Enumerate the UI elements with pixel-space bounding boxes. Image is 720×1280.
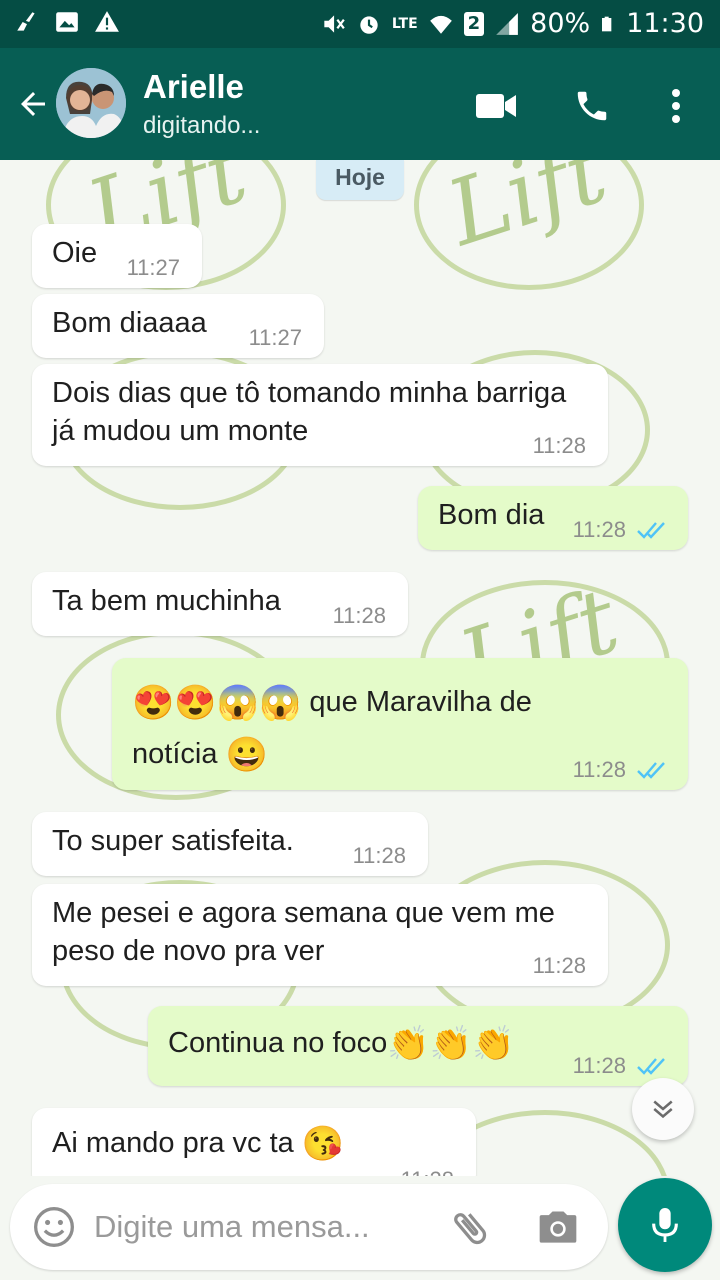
message-time: 11:28 — [401, 1168, 454, 1177]
message-incoming[interactable]: Dois dias que tô tomando minha barriga j… — [32, 364, 608, 466]
chat-area[interactable]: Lift Lift Lift Hoje Oie 11:27 Bom diaaaa… — [0, 160, 720, 1176]
message-text: Dois dias que tô tomando minha barriga j… — [52, 377, 567, 447]
warning-icon — [95, 11, 119, 32]
contact-status: digitando... — [143, 112, 261, 139]
double-check-icon — [637, 762, 665, 779]
message-emojis: 😍😍😱😱 — [132, 684, 302, 723]
chevron-double-down-icon — [653, 1100, 673, 1119]
back-arrow-icon[interactable] — [14, 86, 52, 122]
message-time: 11:27 — [248, 325, 302, 350]
message-composer — [10, 1184, 608, 1270]
message-incoming[interactable]: Ai mando pra vc ta 😘 11:28 — [32, 1108, 476, 1176]
message-text: Me pesei e agora semana que vem me peso … — [52, 897, 555, 967]
emoji-icon[interactable] — [32, 1205, 76, 1249]
message-time: 11:28 — [532, 433, 586, 458]
voice-call-button[interactable] — [570, 84, 614, 128]
phone-icon — [577, 91, 607, 121]
camera-icon[interactable] — [536, 1206, 580, 1250]
double-check-icon — [637, 522, 665, 539]
clock: 11:30 — [626, 8, 704, 39]
status-bar: LTE 2 80% 11:30 — [0, 0, 720, 48]
message-text: Ai mando pra vc ta 😘 — [52, 1125, 345, 1164]
date-chip: Hoje — [316, 160, 404, 200]
battery-icon — [602, 16, 612, 31]
message-time: 11:28 — [352, 843, 406, 868]
alarm-icon — [360, 15, 378, 34]
contact-name[interactable]: Arielle — [143, 68, 244, 106]
avatar[interactable] — [56, 68, 126, 138]
message-incoming[interactable]: Bom diaaaa 11:27 — [32, 294, 324, 358]
message-outgoing[interactable]: Continua no foco👏👏👏 11:28 — [148, 1006, 688, 1086]
attach-icon[interactable] — [448, 1206, 492, 1250]
message-time: 11:28 — [572, 1053, 626, 1078]
video-call-button[interactable] — [474, 84, 518, 128]
video-call-icon — [476, 94, 516, 118]
battery-percent: 80% — [530, 8, 591, 39]
wifi-icon — [429, 15, 452, 34]
sim-badge: 2 — [463, 11, 485, 36]
cleaner-icon — [17, 12, 35, 31]
double-check-icon — [637, 1058, 665, 1075]
mute-vibrate-icon — [324, 14, 345, 33]
message-incoming[interactable]: Me pesei e agora semana que vem me peso … — [32, 884, 608, 986]
message-time: 11:28 — [572, 517, 626, 542]
message-outgoing[interactable]: Bom dia 11:28 — [418, 486, 688, 550]
message-time: 11:27 — [126, 255, 180, 280]
message-incoming[interactable]: Oie 11:27 — [32, 224, 202, 288]
signal-icon — [496, 12, 519, 35]
message-time: 11:28 — [332, 603, 386, 628]
message-outgoing[interactable]: 😍😍😱😱 que Maravilha de notícia 😀 11:28 — [112, 658, 688, 790]
more-vert-icon — [672, 89, 680, 123]
message-emojis: 😘 — [301, 1125, 345, 1164]
message-emojis: 😀 — [225, 736, 268, 775]
volte-label: LTE — [391, 15, 418, 32]
scroll-to-bottom-button[interactable] — [632, 1078, 694, 1140]
message-time: 11:28 — [532, 953, 586, 978]
message-incoming[interactable]: To super satisfeita. 11:28 — [32, 812, 428, 876]
message-incoming[interactable]: Ta bem muchinha 11:28 — [32, 572, 408, 636]
voice-record-button[interactable] — [618, 1178, 712, 1272]
message-input[interactable] — [94, 1206, 424, 1248]
chat-header: Arielle digitando... — [0, 48, 720, 160]
more-options-button[interactable] — [654, 84, 698, 128]
mic-icon — [652, 1208, 678, 1242]
gallery-icon — [56, 12, 78, 32]
input-bar — [0, 1176, 720, 1280]
message-emojis: 👏👏👏 — [387, 1025, 515, 1064]
message-time: 11:28 — [572, 757, 626, 782]
